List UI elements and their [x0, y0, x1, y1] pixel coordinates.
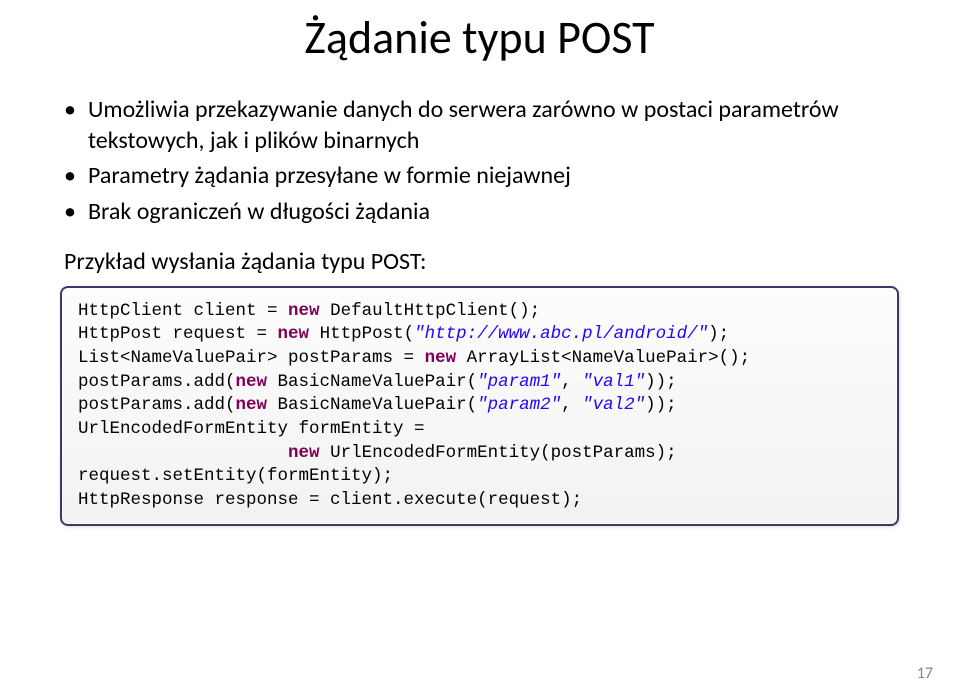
code-text: request.setEntity(formEntity); [78, 466, 393, 486]
code-text: postParams.add( [78, 372, 236, 392]
code-string: "param1" [477, 372, 561, 392]
code-text: HttpPost( [309, 324, 414, 344]
code-text: )); [645, 372, 677, 392]
code-block: HttpClient client = new DefaultHttpClien… [60, 286, 899, 527]
bullet-item: Brak ograniczeń w długości żądania [88, 196, 899, 227]
code-text: HttpResponse response = client.execute(r… [78, 490, 582, 510]
code-keyword: new [236, 395, 268, 415]
code-text: UrlEncodedFormEntity formEntity = [78, 419, 425, 439]
code-string: "val1" [582, 372, 645, 392]
code-string: "http://www.abc.pl/android/" [414, 324, 708, 344]
code-text: DefaultHttpClient(); [320, 301, 541, 321]
code-keyword: new [288, 301, 320, 321]
code-text: ArrayList<NameValuePair>(); [456, 348, 750, 368]
code-text: HttpClient client = [78, 301, 288, 321]
code-text: UrlEncodedFormEntity(postParams); [320, 443, 677, 463]
code-text: List<NameValuePair> postParams = [78, 348, 425, 368]
code-text: BasicNameValuePair( [267, 395, 477, 415]
slide: Żądanie typu POST Umożliwia przekazywani… [0, 0, 959, 697]
code-text: , [561, 372, 582, 392]
code-text: , [561, 395, 582, 415]
slide-title: Żądanie typu POST [60, 10, 899, 66]
code-text: postParams.add( [78, 395, 236, 415]
code-keyword: new [278, 324, 310, 344]
bullet-item: Umożliwia przekazywanie danych do serwer… [88, 94, 899, 156]
code-string: "param2" [477, 395, 561, 415]
bullet-list: Umożliwia przekazywanie danych do serwer… [60, 94, 899, 227]
code-keyword: new [425, 348, 457, 368]
code-string: "val2" [582, 395, 645, 415]
code-keyword: new [236, 372, 268, 392]
bullet-item: Parametry żądania przesyłane w formie ni… [88, 160, 899, 191]
code-text: )); [645, 395, 677, 415]
code-keyword: new [288, 443, 320, 463]
code-text [78, 443, 288, 463]
code-text: ); [708, 324, 729, 344]
example-label: Przykład wysłania żądania typu POST: [64, 247, 899, 276]
page-number: 17 [917, 664, 933, 683]
code-text: HttpPost request = [78, 324, 278, 344]
code-text: BasicNameValuePair( [267, 372, 477, 392]
